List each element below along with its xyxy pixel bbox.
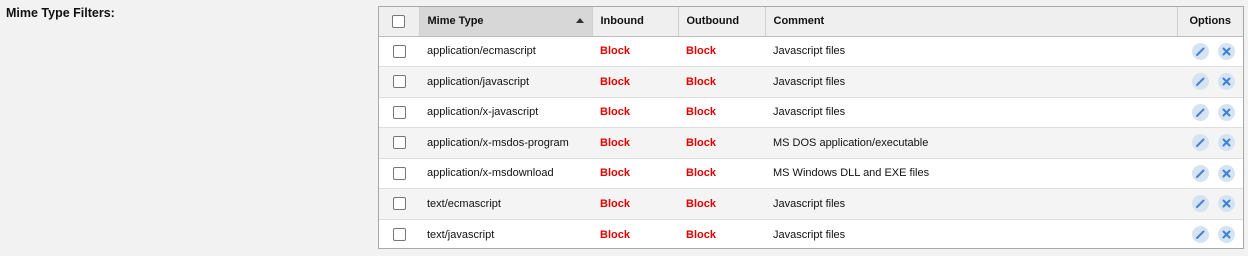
mime-type-cell: application/x-msdownload — [419, 158, 592, 189]
delete-icon — [1222, 199, 1231, 208]
edit-button[interactable] — [1191, 134, 1209, 152]
table-row: application/ecmascript Block Block Javas… — [379, 36, 1243, 67]
edit-button[interactable] — [1191, 42, 1209, 60]
row-select-cell — [379, 97, 419, 128]
column-header-comment[interactable]: Comment — [765, 7, 1178, 37]
select-all-checkbox[interactable] — [392, 14, 406, 28]
mime-type-cell: application/javascript — [419, 66, 592, 98]
row-checkbox[interactable] — [392, 75, 406, 89]
outbound-cell: Block — [678, 127, 765, 159]
table-row: text/javascript Block Block Javascript f… — [379, 219, 1243, 250]
options-cell — [1177, 219, 1243, 250]
delete-button[interactable] — [1218, 164, 1235, 182]
table-row: application/x-msdos-program Block Block … — [379, 127, 1243, 159]
outbound-cell: Block — [678, 66, 765, 98]
row-select-cell — [379, 127, 419, 159]
row-checkbox[interactable] — [392, 166, 406, 180]
edit-button[interactable] — [1191, 103, 1209, 121]
mime-type-cell: text/javascript — [427, 228, 495, 241]
column-header-options: Options — [1177, 7, 1243, 37]
options-cell — [1177, 36, 1243, 67]
options-cell — [1177, 127, 1243, 159]
edit-icon — [1195, 77, 1205, 87]
outbound-cell: Block — [686, 228, 716, 241]
delete-button[interactable] — [1218, 103, 1235, 121]
options-cell — [1177, 66, 1243, 98]
table-header-row: Mime Type Inbound Outbound Comment Optio… — [379, 7, 1243, 37]
table-row: application/javascript Block Block Javas… — [379, 66, 1243, 98]
delete-icon — [1222, 77, 1231, 86]
delete-icon — [1222, 108, 1231, 117]
edit-button[interactable] — [1191, 226, 1209, 243]
comment-cell: Javascript files — [765, 66, 1177, 98]
edit-button[interactable] — [1191, 164, 1209, 182]
options-cell — [1177, 188, 1243, 220]
inbound-cell: Block — [592, 127, 678, 159]
outbound-cell: Block — [678, 158, 765, 189]
outbound-cell: Block — [678, 36, 765, 67]
row-select-cell — [379, 36, 419, 67]
row-checkbox[interactable] — [392, 228, 406, 241]
comment-cell: MS Windows DLL and EXE files — [765, 158, 1177, 189]
sort-ascending-icon — [575, 18, 584, 24]
options-cell — [1177, 97, 1243, 128]
mime-type-cell: application/ecmascript — [419, 36, 592, 67]
edit-button[interactable] — [1191, 195, 1209, 213]
mime-type-cell: application/x-javascript — [419, 97, 592, 128]
edit-button[interactable] — [1191, 73, 1209, 91]
mime-type-cell: application/x-msdos-program — [419, 127, 592, 159]
row-select-cell — [379, 158, 419, 189]
inbound-cell: Block — [592, 36, 678, 67]
select-all-header — [379, 7, 420, 37]
inbound-cell: Block — [592, 188, 678, 220]
delete-button[interactable] — [1218, 134, 1235, 152]
options-cell — [1177, 158, 1243, 189]
delete-button[interactable] — [1218, 73, 1235, 91]
table-row: application/x-javascript Block Block Jav… — [379, 97, 1243, 128]
row-checkbox[interactable] — [392, 197, 406, 211]
delete-button[interactable] — [1218, 42, 1235, 60]
delete-icon — [1222, 169, 1231, 178]
delete-button[interactable] — [1218, 226, 1235, 243]
edit-icon — [1195, 199, 1205, 209]
column-header-outbound[interactable]: Outbound — [678, 7, 766, 37]
table-row: text/ecmascript Block Block Javascript f… — [379, 188, 1243, 220]
column-header-inbound[interactable]: Inbound — [592, 7, 679, 37]
table-row: application/x-msdownload Block Block MS … — [379, 158, 1243, 189]
delete-button[interactable] — [1218, 195, 1235, 213]
mime-type-filters-table: Mime Type Inbound Outbound Comment Optio… — [378, 6, 1244, 249]
edit-icon — [1195, 138, 1205, 148]
delete-icon — [1222, 138, 1231, 147]
inbound-cell: Block — [592, 66, 678, 98]
comment-cell: Javascript files — [765, 36, 1177, 67]
column-header-mime-type[interactable]: Mime Type — [419, 7, 593, 37]
row-select-cell — [379, 66, 419, 98]
row-checkbox[interactable] — [392, 136, 406, 150]
mime-type-cell: text/ecmascript — [419, 188, 592, 220]
outbound-cell: Block — [678, 188, 765, 220]
edit-icon — [1195, 169, 1205, 178]
comment-cell: Javascript files — [773, 228, 846, 241]
inbound-cell: Block — [592, 97, 678, 128]
edit-icon — [1195, 230, 1205, 239]
delete-icon — [1222, 230, 1231, 239]
edit-icon — [1195, 47, 1205, 56]
inbound-cell: Block — [592, 158, 678, 189]
comment-cell: MS DOS application/executable — [765, 127, 1177, 159]
row-select-cell — [379, 219, 419, 250]
section-label: Mime Type Filters: — [6, 6, 115, 20]
inbound-cell: Block — [600, 228, 630, 241]
row-select-cell — [379, 188, 419, 220]
row-checkbox[interactable] — [392, 44, 406, 58]
comment-cell: Javascript files — [765, 97, 1177, 128]
delete-icon — [1222, 47, 1231, 56]
edit-icon — [1195, 108, 1205, 117]
column-header-mime-type-label: Mime Type — [427, 15, 484, 28]
comment-cell: Javascript files — [765, 188, 1177, 220]
outbound-cell: Block — [678, 97, 765, 128]
row-checkbox[interactable] — [392, 105, 406, 119]
